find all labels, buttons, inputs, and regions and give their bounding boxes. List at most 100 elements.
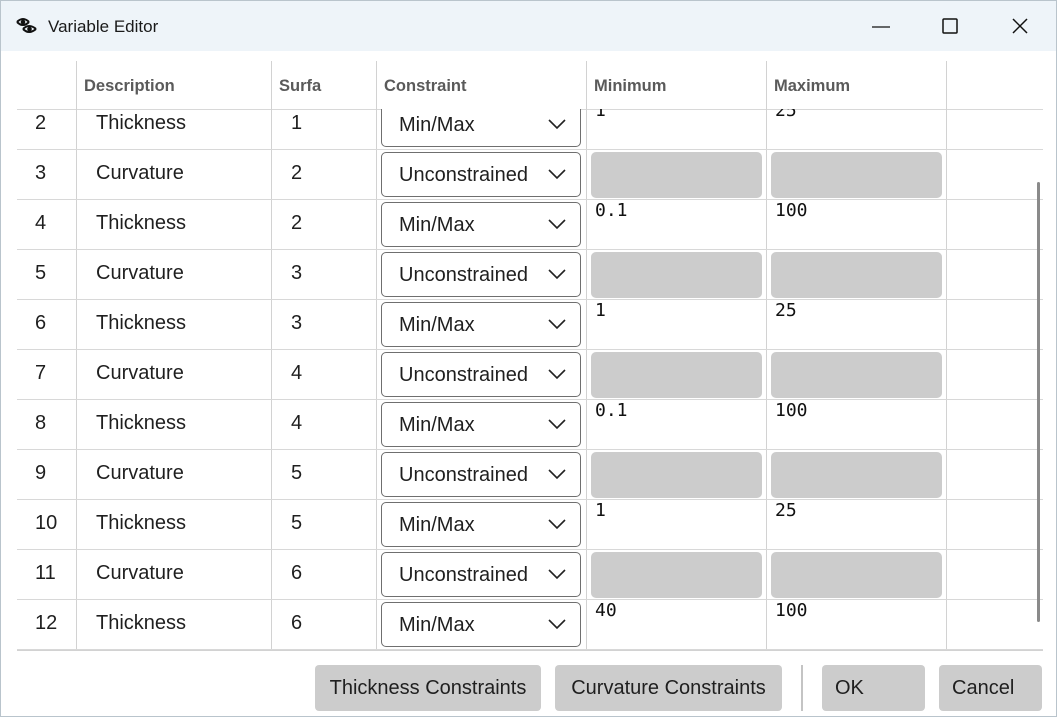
header-constraint[interactable]: Constraint: [376, 61, 586, 109]
constraint-cell: Min/Max: [376, 500, 586, 549]
chevron-down-icon: [548, 519, 566, 530]
minimum-field-disabled: [591, 152, 762, 198]
constraint-dropdown[interactable]: Min/Max: [381, 602, 581, 647]
maximum-value[interactable]: 25: [775, 109, 797, 121]
constraint-dropdown[interactable]: Min/Max: [381, 109, 581, 147]
constraint-dropdown[interactable]: Unconstrained: [381, 452, 581, 497]
table-row[interactable]: 2 Thickness 1 Min/Max 1 25: [17, 109, 1043, 150]
constraint-cell: Min/Max: [376, 300, 586, 349]
minimum-field-disabled: [591, 552, 762, 598]
minimize-button[interactable]: [846, 1, 916, 51]
table-row[interactable]: 7 Curvature 4 Unconstrained: [17, 350, 1043, 400]
description-cell[interactable]: Curvature: [76, 550, 271, 599]
description-cell[interactable]: Curvature: [76, 350, 271, 399]
minimum-cell[interactable]: 0.1: [586, 200, 766, 249]
close-button[interactable]: [985, 1, 1055, 51]
header-minimum[interactable]: Minimum: [586, 61, 766, 109]
curvature-constraints-button[interactable]: Curvature Constraints: [555, 665, 782, 711]
maximum-cell[interactable]: 25: [766, 500, 946, 549]
table-row[interactable]: 10 Thickness 5 Min/Max 1 25: [17, 500, 1043, 550]
maximum-cell[interactable]: 25: [766, 109, 946, 149]
description-cell[interactable]: Thickness: [76, 300, 271, 349]
maximum-cell[interactable]: 100: [766, 200, 946, 249]
chevron-down-icon: [548, 569, 566, 580]
description-cell[interactable]: Curvature: [76, 450, 271, 499]
minimum-value[interactable]: 1: [595, 109, 606, 121]
constraint-dropdown[interactable]: Unconstrained: [381, 552, 581, 597]
minimum-value[interactable]: 40: [595, 600, 617, 621]
table-row[interactable]: 12 Thickness 6 Min/Max 40 100: [17, 600, 1043, 650]
header-surface[interactable]: Surfa: [271, 61, 376, 109]
minimum-value[interactable]: 0.1: [595, 200, 628, 221]
surface-cell[interactable]: 2: [271, 200, 376, 249]
description-cell[interactable]: Thickness: [76, 109, 271, 149]
maximum-value[interactable]: 100: [775, 400, 808, 421]
table-row[interactable]: 11 Curvature 6 Unconstrained: [17, 550, 1043, 600]
description-cell[interactable]: Thickness: [76, 600, 271, 649]
description-cell[interactable]: Thickness: [76, 200, 271, 249]
surface-cell[interactable]: 4: [271, 400, 376, 449]
table-row[interactable]: 8 Thickness 4 Min/Max 0.1 100: [17, 400, 1043, 450]
constraint-dropdown[interactable]: Min/Max: [381, 202, 581, 247]
constraint-dropdown[interactable]: Unconstrained: [381, 352, 581, 397]
minimum-cell[interactable]: 0.1: [586, 400, 766, 449]
minimum-value[interactable]: 1: [595, 300, 606, 321]
maximum-value[interactable]: 100: [775, 200, 808, 221]
maximum-cell: [766, 450, 946, 499]
maximum-value[interactable]: 100: [775, 600, 808, 621]
constraint-dropdown[interactable]: Unconstrained: [381, 152, 581, 197]
ok-button[interactable]: OK: [822, 665, 925, 711]
maximum-cell[interactable]: 100: [766, 400, 946, 449]
table-row[interactable]: 9 Curvature 5 Unconstrained: [17, 450, 1043, 500]
surface-cell[interactable]: 5: [271, 500, 376, 549]
chevron-down-icon: [548, 269, 566, 280]
filler-cell: [946, 150, 1043, 199]
filler-cell: [946, 600, 1043, 649]
maximum-field-disabled: [771, 352, 942, 398]
maximize-button[interactable]: [915, 1, 985, 51]
constraint-dropdown[interactable]: Unconstrained: [381, 252, 581, 297]
vertical-scrollbar[interactable]: [1037, 182, 1040, 622]
header-description[interactable]: Description: [76, 61, 271, 109]
surface-cell[interactable]: 3: [271, 300, 376, 349]
surface-cell[interactable]: 2: [271, 150, 376, 199]
minimum-cell[interactable]: 1: [586, 109, 766, 149]
surface-cell[interactable]: 1: [271, 109, 376, 149]
table-row[interactable]: 6 Thickness 3 Min/Max 1 25: [17, 300, 1043, 350]
surface-cell[interactable]: 3: [271, 250, 376, 299]
maximum-cell[interactable]: 25: [766, 300, 946, 349]
maximum-cell[interactable]: 100: [766, 600, 946, 649]
surface-cell[interactable]: 5: [271, 450, 376, 499]
surface-cell[interactable]: 6: [271, 600, 376, 649]
cancel-button[interactable]: Cancel: [939, 665, 1042, 711]
maximum-value[interactable]: 25: [775, 500, 797, 521]
minimum-cell[interactable]: 1: [586, 500, 766, 549]
minimum-cell[interactable]: 1: [586, 300, 766, 349]
surface-cell[interactable]: 6: [271, 550, 376, 599]
minimum-cell[interactable]: 40: [586, 600, 766, 649]
table-row[interactable]: 5 Curvature 3 Unconstrained: [17, 250, 1043, 300]
description-cell[interactable]: Thickness: [76, 500, 271, 549]
row-number: 8: [35, 412, 47, 434]
minimum-value[interactable]: 1: [595, 500, 606, 521]
thickness-constraints-button[interactable]: Thickness Constraints: [315, 665, 541, 711]
filler-cell: [946, 550, 1043, 599]
header-maximum[interactable]: Maximum: [766, 61, 946, 109]
surface-cell[interactable]: 4: [271, 350, 376, 399]
table-header: Description Surfa Constraint Minimum Max…: [17, 61, 1043, 110]
maximum-value[interactable]: 25: [775, 300, 797, 321]
minimum-cell: [586, 350, 766, 399]
constraint-dropdown[interactable]: Min/Max: [381, 402, 581, 447]
description-cell[interactable]: Curvature: [76, 250, 271, 299]
filler-cell: [946, 250, 1043, 299]
description-cell[interactable]: Thickness: [76, 400, 271, 449]
chevron-down-icon: [548, 469, 566, 480]
table-row[interactable]: 3 Curvature 2 Unconstrained: [17, 150, 1043, 200]
minimum-value[interactable]: 0.1: [595, 400, 628, 421]
description-cell[interactable]: Curvature: [76, 150, 271, 199]
constraint-dropdown[interactable]: Min/Max: [381, 302, 581, 347]
button-separator: [801, 665, 803, 711]
constraint-dropdown[interactable]: Min/Max: [381, 502, 581, 547]
table-row[interactable]: 4 Thickness 2 Min/Max 0.1 100: [17, 200, 1043, 250]
constraint-cell: Min/Max: [376, 109, 586, 149]
